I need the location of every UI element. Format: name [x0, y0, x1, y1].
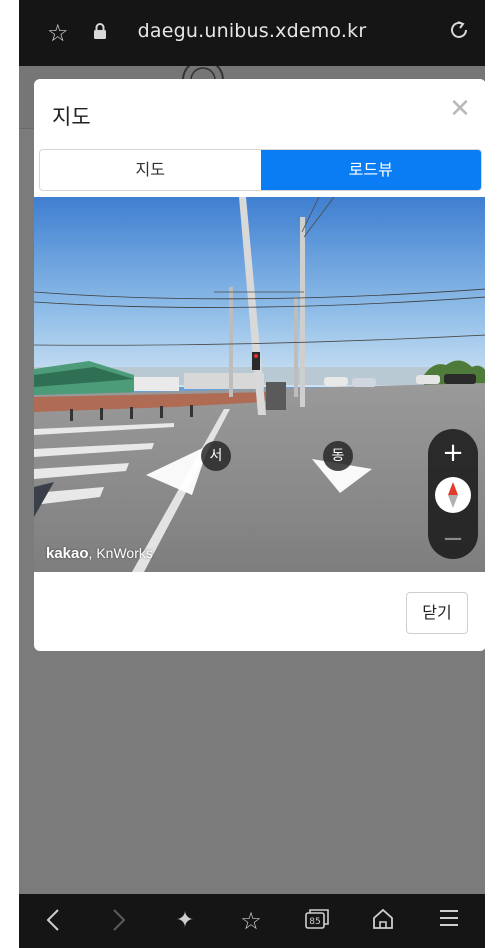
browser-address-bar: ☆ daegu.unibus.xdemo.kr — [19, 0, 485, 66]
url-text[interactable]: daegu.unibus.xdemo.kr — [19, 20, 485, 42]
knworks-credit: , KnWorks — [88, 545, 153, 561]
modal-title: 지도 — [52, 105, 91, 129]
roadview-panorama[interactable]: 서 동 kakao, KnWorks + − — [34, 197, 485, 572]
direction-west-badge[interactable]: 서 — [201, 441, 231, 471]
compass-icon[interactable] — [435, 477, 471, 513]
roadview-image — [34, 197, 485, 572]
menu-icon[interactable] — [429, 904, 469, 928]
forward-icon — [99, 904, 139, 932]
view-tabs: 지도 로드뷰 — [39, 149, 482, 191]
tabs-icon[interactable]: 85 — [297, 904, 337, 930]
reload-icon[interactable] — [447, 18, 471, 49]
zoom-in-button[interactable]: + — [428, 437, 478, 469]
bookmark-list-icon[interactable]: ☆ — [231, 904, 271, 938]
browser-toolbar: ✦ ☆ 85 — [19, 894, 485, 948]
tab-count: 85 — [309, 917, 320, 927]
close-icon[interactable]: ✕ — [446, 95, 474, 123]
home-icon[interactable] — [363, 904, 403, 930]
back-icon[interactable] — [33, 904, 73, 932]
zoom-out-button[interactable]: − — [428, 525, 478, 553]
browser-frame: ☆ daegu.unibus.xdemo.kr 지도 ✕ 지도 로드뷰 서 동 … — [19, 0, 485, 948]
map-modal: 지도 ✕ 지도 로드뷰 서 동 kakao, KnWorks + − 닫기 — [34, 79, 485, 651]
tab-map[interactable]: 지도 — [40, 150, 261, 190]
close-button[interactable]: 닫기 — [406, 592, 468, 634]
kakao-logo: kakao, KnWorks — [46, 545, 153, 562]
sparkle-icon[interactable]: ✦ — [165, 904, 205, 938]
tab-roadview[interactable]: 로드뷰 — [260, 150, 481, 190]
roadview-controls: + − — [428, 429, 478, 559]
direction-east-badge[interactable]: 동 — [323, 441, 353, 471]
